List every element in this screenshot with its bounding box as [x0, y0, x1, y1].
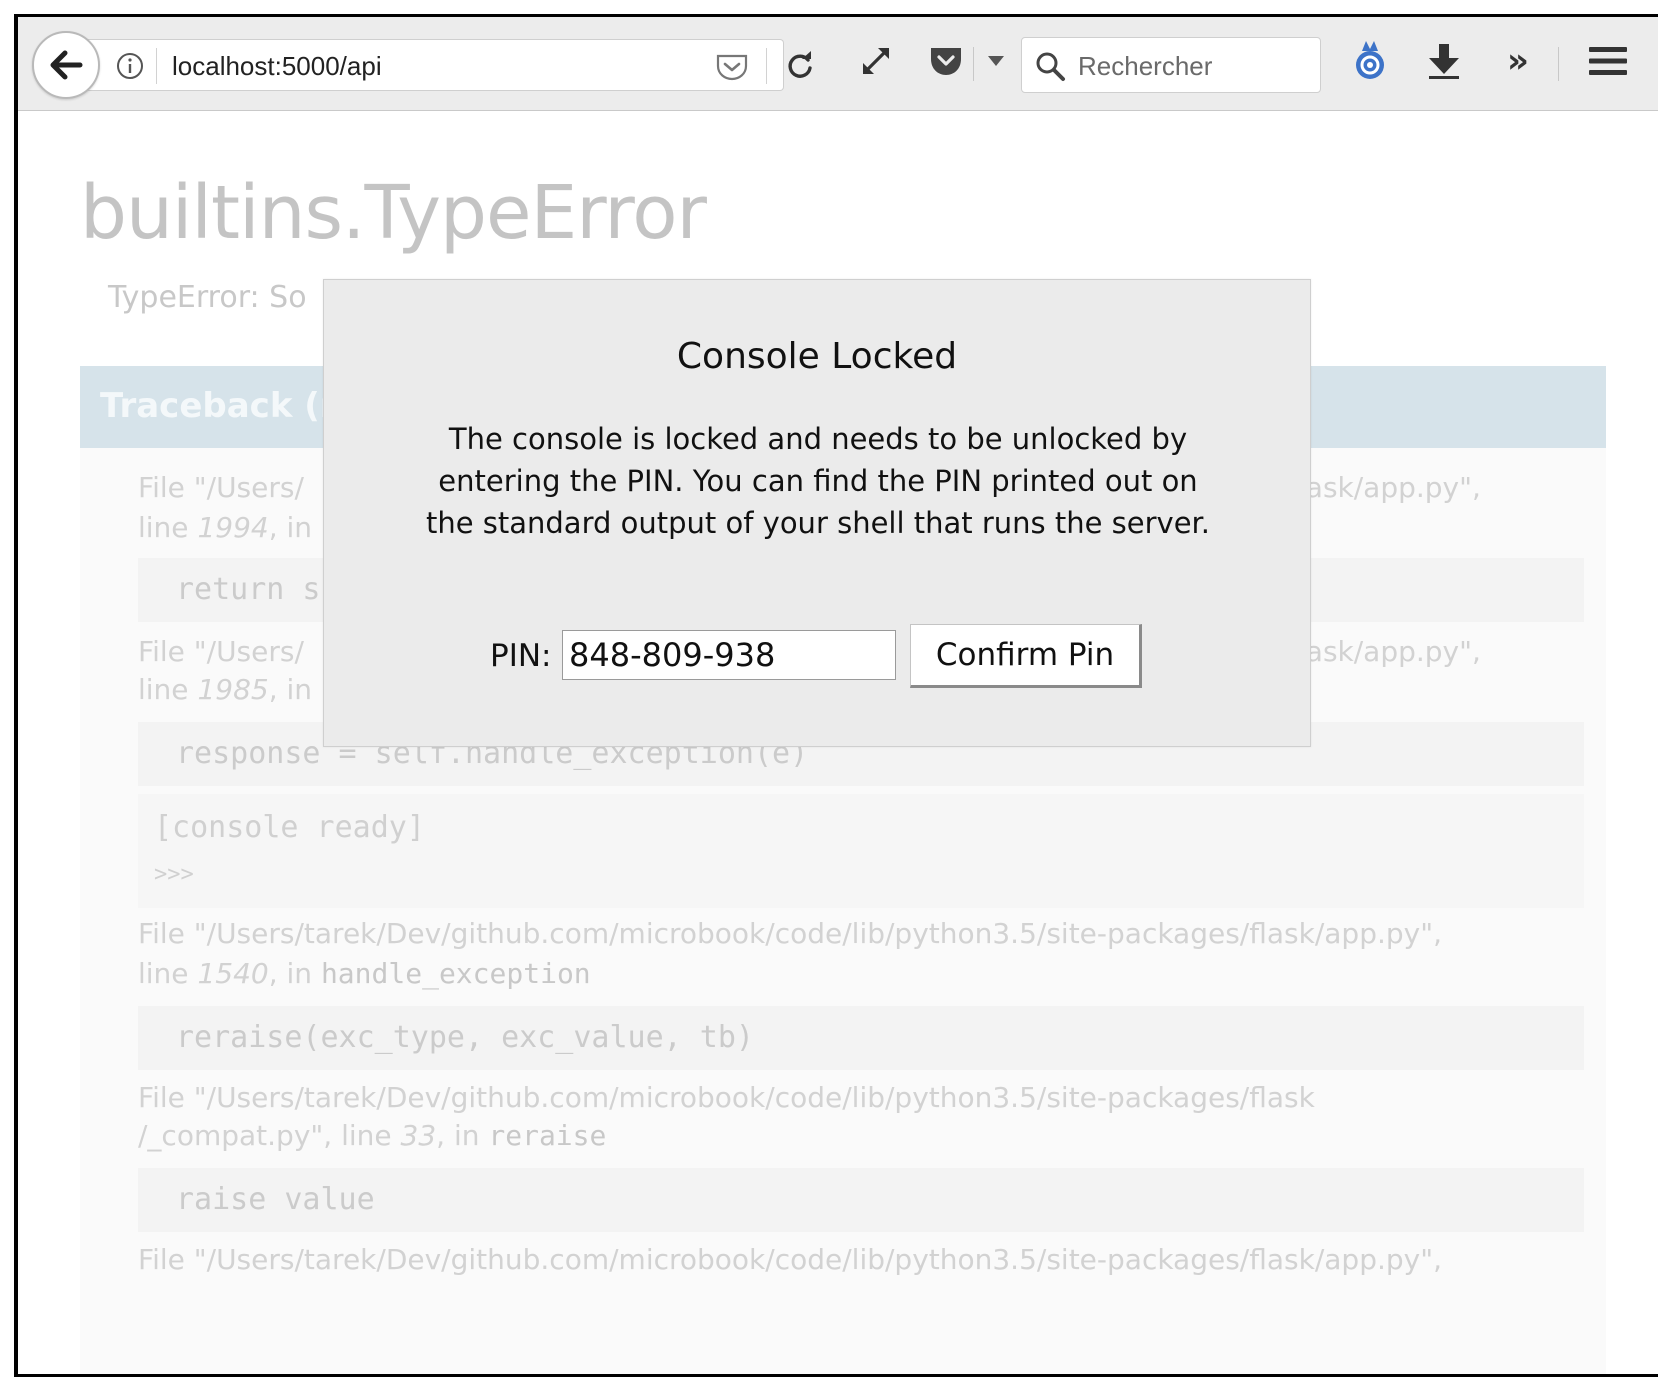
frame-line-info: /_compat.py", line 33, in reraise	[138, 1116, 606, 1156]
line-rest: , in	[436, 1119, 489, 1152]
line-number: 1994	[197, 511, 269, 544]
back-arrow-icon	[50, 50, 83, 80]
frame-file-path: File "/Users/tarek/Dev/github.com/microb…	[138, 1243, 1442, 1276]
error-subtitle: TypeError: So	[108, 280, 307, 315]
pin-input[interactable]	[562, 630, 896, 680]
overflow-chevrons-icon[interactable]: »	[1496, 41, 1540, 81]
download-icon[interactable]	[1424, 41, 1464, 81]
search-bar[interactable]	[1021, 37, 1321, 93]
frame-file-line: File "/Users/tarek/Dev/github.com/microb…	[138, 914, 1442, 954]
browser-toolbar: localhost:5000/api Rechercher »	[18, 17, 1658, 111]
code-snippet[interactable]: raise value	[138, 1168, 1584, 1232]
dialog-title: Console Locked	[676, 336, 958, 377]
url-bar[interactable]: localhost:5000/api	[80, 39, 812, 91]
hamburger-menu-icon[interactable]	[1586, 41, 1630, 81]
console-ready-text: [console ready]	[154, 810, 425, 845]
frame-file-line: File "/Users/tarek/Dev/github.com/microb…	[138, 1240, 1442, 1280]
page-content: builtins.TypeError TypeError: So Traceba…	[18, 112, 1658, 1374]
frame-file-line: File "/Users/tarek/Dev/github.com/microb…	[138, 1078, 1315, 1118]
line-rest: , in	[268, 511, 313, 544]
frame-file-path-end: lask/app.py",	[1298, 635, 1481, 668]
back-button[interactable]	[32, 31, 100, 99]
code-text: raise value	[176, 1182, 375, 1217]
url-separator	[156, 48, 157, 84]
frame-file-path: File "/Users/tarek/Dev/github.com/microb…	[138, 1081, 1315, 1114]
search-input[interactable]	[1078, 48, 1308, 84]
traceback-title: Traceback (m	[100, 386, 356, 426]
info-icon[interactable]	[116, 52, 144, 80]
dialog-message: The console is locked and needs to be un…	[425, 422, 1211, 540]
frame-file-suffix: lask/app.py",	[1298, 468, 1481, 508]
line-word: line	[138, 673, 198, 706]
toolbar-separator	[1558, 47, 1559, 81]
function-name: reraise	[488, 1119, 607, 1152]
frame-line-info: line 1985, in	[138, 670, 312, 710]
frame-file-path: File "/Users/	[138, 471, 304, 504]
pocket-icon[interactable]	[926, 41, 966, 81]
line-number: 33	[400, 1119, 437, 1152]
error-title: builtins.TypeError	[80, 170, 707, 256]
frame-line-info: line 1540, in handle_exception	[138, 954, 591, 994]
frame-line-info: line 1994, in	[138, 508, 312, 548]
frame-file-path-end: lask/app.py",	[1298, 471, 1481, 504]
reader-view-icon[interactable]	[714, 52, 750, 82]
line-rest: , in	[268, 957, 321, 990]
pin-label: PIN:	[490, 638, 552, 674]
frame-file-path: File "/Users/tarek/Dev/github.com/microb…	[138, 917, 1442, 950]
search-icon	[1036, 52, 1065, 81]
debug-console[interactable]: [console ready] >>>	[138, 794, 1584, 908]
frame-file-path-cont: /_compat.py", line	[138, 1119, 401, 1152]
line-number: 1540	[197, 957, 269, 990]
code-text: reraise(exc_type, exc_value, tb)	[176, 1020, 754, 1055]
line-word: line	[138, 957, 198, 990]
toolbar-separator	[973, 47, 974, 81]
frame-file-suffix: lask/app.py",	[1298, 632, 1481, 672]
line-number: 1985	[197, 673, 269, 706]
expand-icon[interactable]	[856, 41, 896, 81]
reload-separator	[766, 48, 767, 84]
frame-file-line: File "/Users/	[138, 632, 304, 672]
console-locked-dialog: Console Locked The console is locked and…	[323, 279, 1311, 747]
function-name: handle_exception	[320, 957, 591, 990]
console-prompt[interactable]: >>>	[154, 862, 194, 887]
code-text: return s	[176, 572, 321, 607]
code-snippet[interactable]: reraise(exc_type, exc_value, tb)	[138, 1006, 1584, 1070]
browser-window: localhost:5000/api Rechercher » builtins…	[14, 14, 1658, 1377]
frame-file-path: File "/Users/	[138, 635, 304, 668]
reload-icon[interactable]	[784, 50, 816, 82]
line-word: line	[138, 511, 198, 544]
line-rest: , in	[268, 673, 313, 706]
url-text[interactable]: localhost:5000/api	[172, 51, 382, 82]
frame-file-line: File "/Users/	[138, 468, 304, 508]
chevron-down-icon[interactable]	[986, 51, 1006, 71]
extension-icon[interactable]	[1348, 39, 1392, 83]
confirm-pin-button[interactable]: Confirm Pin	[910, 624, 1142, 688]
